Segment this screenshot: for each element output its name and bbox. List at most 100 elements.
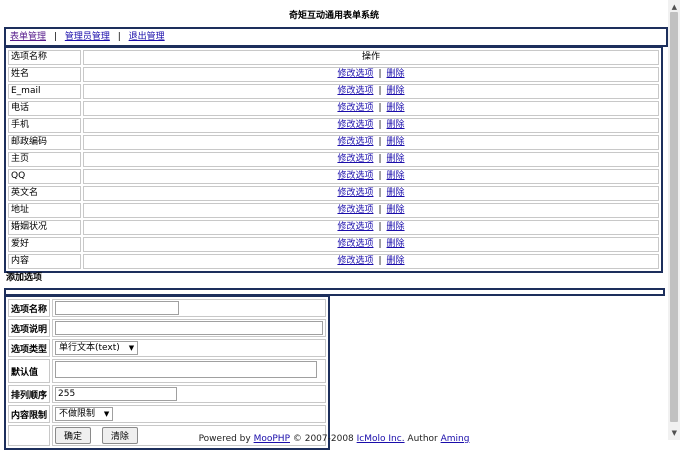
option-name-cell: 主页: [8, 152, 81, 167]
edit-option-link[interactable]: 修改选项: [337, 239, 373, 249]
ops-separator: |: [378, 120, 382, 130]
delete-option-link[interactable]: 删除: [387, 256, 405, 266]
delete-option-link[interactable]: 删除: [387, 103, 405, 113]
ops-separator: |: [378, 239, 382, 249]
content-limit-cell: 不做限制 ▼: [52, 405, 327, 423]
scroll-up-arrow-icon[interactable]: ▲: [672, 3, 677, 11]
operations-cell: 修改选项 | 删除: [83, 152, 659, 167]
footer-author-text: Author: [404, 434, 441, 444]
edit-option-link[interactable]: 修改选项: [337, 69, 373, 79]
footer-moophp-link[interactable]: MooPHP: [254, 434, 290, 444]
edit-option-link[interactable]: 修改选项: [337, 86, 373, 96]
form-row-limit: 内容限制 不做限制 ▼: [8, 405, 327, 423]
nav-form-manage-link[interactable]: 表单管理: [10, 32, 46, 42]
form-row-default: 默认值: [8, 359, 327, 383]
option-name-cell: 爱好: [8, 237, 81, 252]
edit-option-link[interactable]: 修改选项: [337, 154, 373, 164]
table-row: E_mail 修改选项 | 删除: [8, 84, 659, 99]
scroll-down-arrow-icon[interactable]: ▼: [672, 429, 677, 437]
operations-cell: 修改选项 | 删除: [83, 203, 659, 218]
table-header-row: 选项名称 操作: [8, 50, 659, 65]
option-name-cell: 地址: [8, 203, 81, 218]
delete-option-link[interactable]: 删除: [387, 222, 405, 232]
delete-option-link[interactable]: 删除: [387, 171, 405, 181]
delete-option-link[interactable]: 删除: [387, 137, 405, 147]
option-name-cell: [52, 299, 327, 317]
add-option-form: 选项名称 选项说明 选项类型 单行文本(text) ▼ 默认值 排列顺序 内容限…: [4, 295, 331, 450]
option-desc-cell: [52, 319, 327, 337]
table-row: QQ 修改选项 | 删除: [8, 169, 659, 184]
option-desc-label: 选项说明: [8, 319, 51, 337]
operations-cell: 修改选项 | 删除: [83, 84, 659, 99]
delete-option-link[interactable]: 删除: [387, 69, 405, 79]
option-name-cell: 婚姻状况: [8, 220, 81, 235]
footer-author-link[interactable]: Aming: [441, 434, 470, 444]
operations-cell: 修改选项 | 删除: [83, 237, 659, 252]
option-type-value: 单行文本(text): [59, 343, 120, 353]
table-row: 邮政编码 修改选项 | 删除: [8, 135, 659, 150]
form-row-order: 排列顺序: [8, 385, 327, 403]
operations-cell: 修改选项 | 删除: [83, 101, 659, 116]
footer-company-link[interactable]: IcMolo Inc.: [357, 434, 405, 444]
edit-option-link[interactable]: 修改选项: [337, 137, 373, 147]
option-name-cell: 英文名: [8, 186, 81, 201]
option-name-cell: QQ: [8, 169, 81, 184]
top-nav: 表单管理 | 管理员管理 | 退出管理: [4, 27, 668, 47]
vertical-scrollbar[interactable]: ▲ ▼: [668, 0, 680, 440]
ops-separator: |: [378, 188, 382, 198]
content-limit-value: 不做限制: [59, 409, 96, 419]
edit-option-link[interactable]: 修改选项: [337, 188, 373, 198]
table-row: 地址 修改选项 | 删除: [8, 203, 659, 218]
option-type-select[interactable]: 单行文本(text) ▼: [55, 341, 139, 355]
edit-option-link[interactable]: 修改选项: [337, 205, 373, 215]
delete-option-link[interactable]: 删除: [387, 86, 405, 96]
edit-option-link[interactable]: 修改选项: [337, 171, 373, 181]
ops-separator: |: [378, 86, 382, 96]
option-desc-input[interactable]: [55, 321, 324, 335]
delete-option-link[interactable]: 删除: [387, 120, 405, 130]
edit-option-link[interactable]: 修改选项: [337, 103, 373, 113]
scrollbar-thumb[interactable]: [670, 12, 678, 422]
chevron-down-icon: ▼: [103, 410, 110, 418]
operations-cell: 修改选项 | 删除: [83, 186, 659, 201]
delete-option-link[interactable]: 删除: [387, 154, 405, 164]
form-row-desc: 选项说明: [8, 319, 327, 337]
edit-option-link[interactable]: 修改选项: [337, 222, 373, 232]
option-name-input[interactable]: [55, 301, 180, 315]
option-name-cell: E_mail: [8, 84, 81, 99]
table-row: 爱好 修改选项 | 删除: [8, 237, 659, 252]
table-row: 电话 修改选项 | 删除: [8, 101, 659, 116]
content-limit-label: 内容限制: [8, 405, 51, 423]
content-limit-select[interactable]: 不做限制 ▼: [55, 407, 114, 421]
nav-admin-manage-link[interactable]: 管理员管理: [65, 32, 110, 42]
header-operations: 操作: [83, 50, 659, 65]
edit-option-link[interactable]: 修改选项: [337, 120, 373, 130]
chevron-down-icon: ▼: [128, 344, 135, 352]
table-row: 主页 修改选项 | 删除: [8, 152, 659, 167]
ops-separator: |: [378, 171, 382, 181]
form-row-type: 选项类型 单行文本(text) ▼: [8, 339, 327, 357]
form-row-name: 选项名称: [8, 299, 327, 317]
operations-cell: 修改选项 | 删除: [83, 67, 659, 82]
operations-cell: 修改选项 | 删除: [83, 135, 659, 150]
footer-powered-text: Powered by: [198, 434, 254, 444]
edit-option-link[interactable]: 修改选项: [337, 256, 373, 266]
sort-order-input[interactable]: [55, 387, 178, 401]
option-name-cell: 手机: [8, 118, 81, 133]
delete-option-link[interactable]: 删除: [387, 205, 405, 215]
table-row: 英文名 修改选项 | 删除: [8, 186, 659, 201]
footer: Powered by MooPHP © 2007-2008 IcMolo Inc…: [0, 434, 668, 444]
delete-option-link[interactable]: 删除: [387, 188, 405, 198]
table-row: 手机 修改选项 | 删除: [8, 118, 659, 133]
operations-cell: 修改选项 | 删除: [83, 254, 659, 269]
nav-separator: |: [117, 32, 121, 42]
option-name-label: 选项名称: [8, 299, 51, 317]
option-name-cell: 邮政编码: [8, 135, 81, 150]
option-name-cell: 内容: [8, 254, 81, 269]
default-value-textarea[interactable]: [55, 361, 318, 378]
nav-logout-link[interactable]: 退出管理: [129, 32, 165, 42]
option-name-cell: 电话: [8, 101, 81, 116]
delete-option-link[interactable]: 删除: [387, 239, 405, 249]
ops-separator: |: [378, 256, 382, 266]
sort-order-cell: [52, 385, 327, 403]
